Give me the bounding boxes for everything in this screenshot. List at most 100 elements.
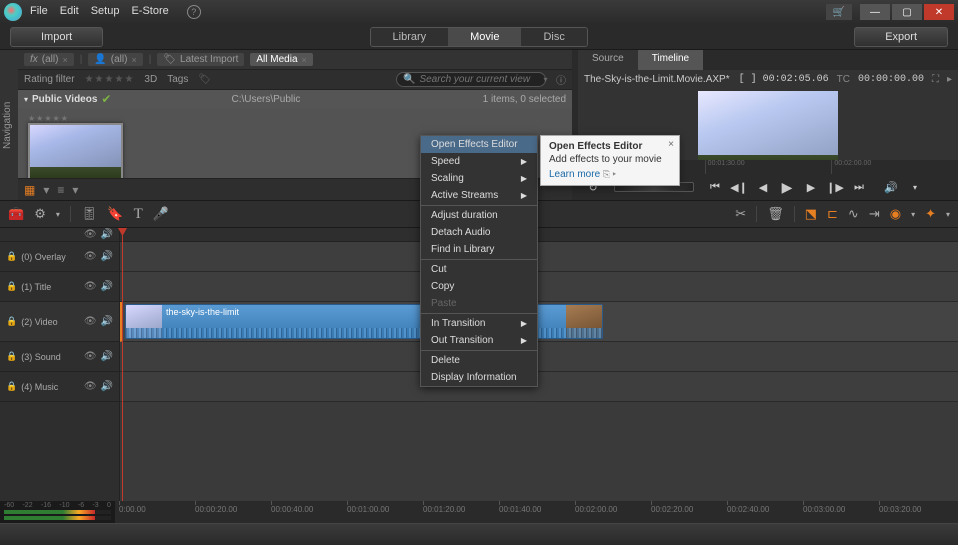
speaker-icon[interactable]: 🔊	[101, 316, 113, 327]
menu-edit[interactable]: Edit	[60, 5, 79, 19]
menu-setup[interactable]: Setup	[91, 5, 120, 19]
tool-mixer-icon[interactable]: 🎚	[81, 206, 98, 222]
lock-icon[interactable]: 🔒	[6, 281, 17, 292]
tool-trash-icon[interactable]: 🗑	[767, 206, 784, 222]
source-tab[interactable]: Source	[578, 50, 638, 70]
playhead[interactable]	[122, 228, 123, 501]
search-box[interactable]: 🔍 ▾	[396, 72, 546, 87]
expand-icon[interactable]: ▸	[947, 74, 952, 85]
collapse-icon[interactable]: ▾	[24, 95, 28, 104]
track-head-overlay[interactable]: 🔒(0) Overlay👁🔊	[0, 242, 119, 272]
timeline-ruler[interactable]	[120, 228, 958, 242]
tool-razor-icon[interactable]: ✂	[735, 206, 746, 222]
media-item[interactable]: ★★★★★ the-sky-is-the-limit	[28, 114, 123, 178]
step-back-icon[interactable]: ◀❙	[730, 181, 748, 194]
context-menu-item[interactable]: Copy	[421, 278, 537, 295]
context-menu-item[interactable]: Out Transition▶	[421, 332, 537, 349]
speaker-icon[interactable]: 🔊	[101, 229, 113, 240]
tool-fx-dropdown-icon[interactable]: ▾	[946, 210, 950, 219]
tool-mode-icon[interactable]: ◉	[890, 206, 901, 222]
tool-toolbox-icon[interactable]: 🧰	[8, 206, 24, 222]
track-overlay[interactable]	[120, 242, 958, 272]
export-tab[interactable]: Export	[854, 27, 948, 47]
track-head-title[interactable]: 🔒(1) Title👁🔊	[0, 272, 119, 302]
movie-tab[interactable]: Movie	[448, 28, 521, 46]
eye-icon[interactable]: 👁	[84, 251, 97, 262]
help-icon[interactable]: ?	[187, 5, 201, 19]
eye-icon[interactable]: 👁	[84, 229, 97, 240]
filter-all-media[interactable]: All Media ×	[250, 53, 312, 66]
play-icon[interactable]: ▶	[778, 179, 796, 196]
tool-snap-icon[interactable]: ⬔	[805, 206, 817, 222]
context-menu-item[interactable]: Adjust duration	[421, 207, 537, 224]
track-head-video[interactable]: 🔒(2) Video👁🔊	[0, 302, 119, 342]
speaker-icon[interactable]: 🔊	[101, 381, 113, 392]
context-menu-item[interactable]: Delete	[421, 352, 537, 369]
tooltip-link[interactable]: Learn more	[549, 169, 600, 180]
timeline-tab[interactable]: Timeline	[638, 50, 703, 70]
lock-icon[interactable]: 🔒	[6, 251, 17, 262]
rating-stars[interactable]: ★★★★★	[85, 74, 135, 85]
context-menu-item[interactable]: Open Effects Editor	[421, 136, 537, 153]
speaker-icon[interactable]: 🔊	[101, 351, 113, 362]
tool-marker-icon[interactable]: 🔖	[107, 206, 123, 222]
track-sound[interactable]	[120, 342, 958, 372]
disc-tab[interactable]: Disc	[521, 28, 586, 46]
eye-icon[interactable]: 👁	[84, 316, 97, 327]
tool-gear-icon[interactable]: ⚙	[34, 206, 46, 222]
thumb-rating[interactable]: ★★★★★	[28, 114, 123, 123]
import-tab[interactable]: Import	[10, 27, 103, 47]
filter-people[interactable]: 👤 (all) ×	[88, 53, 142, 66]
context-menu-item[interactable]: Detach Audio	[421, 224, 537, 241]
context-menu-item[interactable]: Cut	[421, 261, 537, 278]
tool-magnet-icon[interactable]: ⊏	[827, 206, 838, 222]
goto-start-icon[interactable]: ⏮	[706, 181, 724, 194]
timecode-out[interactable]: 00:00:00.00	[858, 74, 924, 85]
menu-estore[interactable]: E-Store	[131, 5, 168, 19]
view-dropdown-icon[interactable]: ▾	[43, 183, 49, 197]
filter-fx[interactable]: fx (all) ×	[24, 53, 74, 66]
tool-ripple-icon[interactable]: ⇥	[869, 206, 880, 222]
cart-icon[interactable]: 🛒	[826, 4, 852, 20]
grid-view-icon[interactable]: ▦	[24, 183, 35, 197]
track-head-music[interactable]: 🔒(4) Music👁🔊	[0, 372, 119, 402]
close-button[interactable]: ✕	[924, 4, 954, 20]
lock-icon[interactable]: 🔒	[6, 381, 17, 392]
context-menu-item[interactable]: Speed▶	[421, 153, 537, 170]
track-head-sound[interactable]: 🔒(3) Sound👁🔊	[0, 342, 119, 372]
track-music[interactable]	[120, 372, 958, 402]
menu-file[interactable]: File	[30, 5, 48, 19]
minimize-button[interactable]: —	[860, 4, 890, 20]
track-title[interactable]	[120, 272, 958, 302]
track-content[interactable]: the-sky-is-the-limit	[120, 228, 958, 501]
speaker-icon[interactable]: 🔊	[101, 281, 113, 292]
context-menu-item[interactable]: Scaling▶	[421, 170, 537, 187]
track-video[interactable]: the-sky-is-the-limit	[120, 302, 958, 342]
frame-back-icon[interactable]: ◀	[754, 181, 772, 194]
fullscreen-icon[interactable]: ⛶	[932, 74, 939, 85]
tool-fx-icon[interactable]: ✦	[925, 206, 936, 222]
view-dropdown-icon-2[interactable]: ▾	[72, 183, 78, 197]
media-thumbnail[interactable]	[28, 123, 123, 178]
search-input[interactable]	[419, 74, 539, 85]
eye-icon[interactable]: 👁	[84, 281, 97, 292]
goto-end-icon[interactable]: ⏭	[850, 181, 868, 194]
filter-latest-import[interactable]: 🏷 Latest Import	[157, 53, 244, 66]
context-menu-item[interactable]: In Transition▶	[421, 315, 537, 332]
context-menu-item[interactable]: Active Streams▶	[421, 187, 537, 204]
volume-icon[interactable]: 🔊	[882, 181, 900, 194]
volume-dropdown-icon[interactable]: ▾	[906, 183, 924, 192]
folder-header[interactable]: ▾ Public Videos ✔ C:\Users\Public 1 item…	[18, 90, 572, 108]
timecode-in[interactable]: [ ] 00:02:05.06	[739, 74, 829, 85]
eye-icon[interactable]: 👁	[84, 381, 97, 392]
tool-link-icon[interactable]: ∿	[848, 206, 859, 222]
tool-text-icon[interactable]: T	[134, 206, 143, 223]
audio-meter[interactable]: -60-22-16-10-6-30	[0, 501, 115, 523]
eye-icon[interactable]: 👁	[84, 351, 97, 362]
context-menu-item[interactable]: Display Information	[421, 369, 537, 386]
search-dropdown-icon[interactable]: ▾	[543, 75, 547, 84]
frame-forward-icon[interactable]: ▶	[802, 181, 820, 194]
step-forward-icon[interactable]: ❙▶	[826, 181, 844, 194]
3d-filter-label[interactable]: 3D	[144, 74, 157, 85]
tool-voiceover-icon[interactable]: 🎤	[153, 206, 169, 222]
